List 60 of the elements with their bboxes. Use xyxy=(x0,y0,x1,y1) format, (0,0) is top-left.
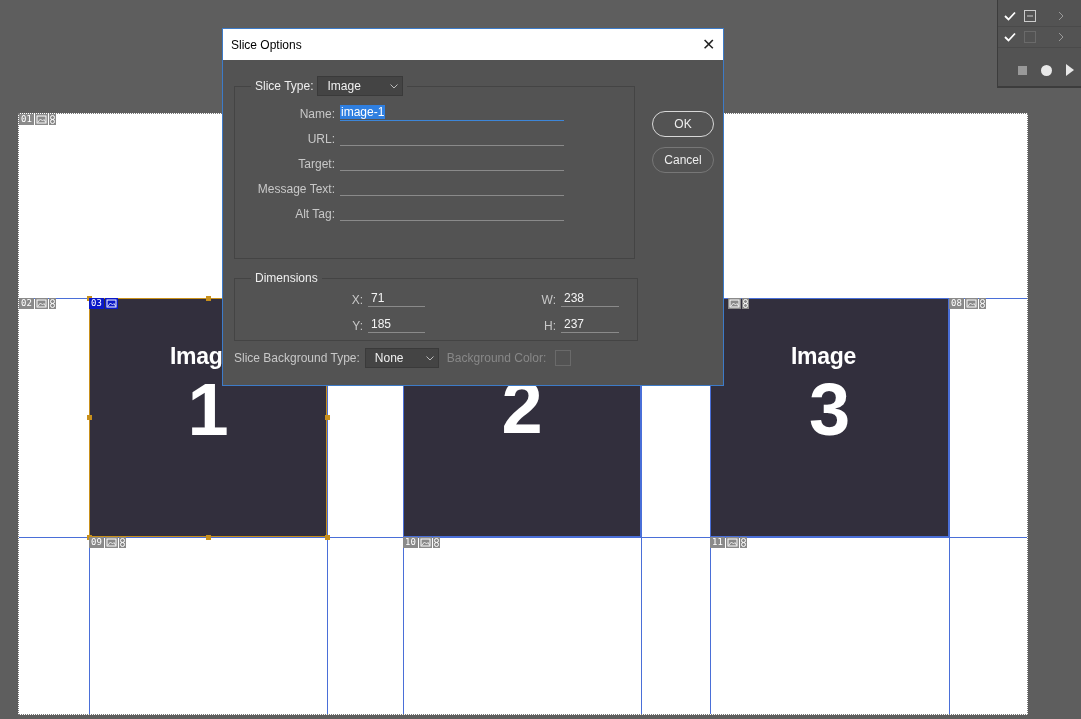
slice-number: 11 xyxy=(710,537,725,548)
slice-number: 02 xyxy=(19,298,34,309)
check-icon[interactable] xyxy=(1004,11,1016,21)
field-label: Y: xyxy=(351,319,363,333)
group-legend: Dimensions xyxy=(255,271,318,285)
slice-number: 08 xyxy=(949,298,964,309)
number-field[interactable]: 71 xyxy=(368,289,425,307)
field-label: W: xyxy=(540,293,556,307)
number-field[interactable]: 238 xyxy=(561,289,619,307)
field-label: Message Text: xyxy=(256,182,335,196)
background-type-label: Slice Background Type: xyxy=(234,351,360,365)
link-icon xyxy=(742,298,749,309)
image-number: 3 xyxy=(808,373,851,447)
image-title: Image xyxy=(790,342,856,371)
field-label: URL: xyxy=(306,132,335,146)
field-label: Alt Tag: xyxy=(294,207,335,221)
resize-handle[interactable] xyxy=(206,535,211,540)
link-icon xyxy=(432,537,440,548)
caret-icon xyxy=(390,83,399,89)
slice-number: 03 xyxy=(89,298,104,309)
record-icon[interactable] xyxy=(1041,64,1052,76)
play-icon[interactable] xyxy=(1066,64,1074,76)
caret-icon xyxy=(425,355,434,361)
slice-number: 10 xyxy=(403,537,418,548)
slice-number: 09 xyxy=(89,537,104,548)
image-icon xyxy=(34,298,48,309)
ok-button[interactable]: OK xyxy=(652,111,714,137)
field-label: X: xyxy=(350,293,363,307)
image-icon xyxy=(725,537,739,548)
chevron-icon[interactable] xyxy=(1058,32,1064,42)
field-label: Target: xyxy=(297,157,335,171)
image-title: Imag xyxy=(169,342,223,371)
image-icon xyxy=(418,537,432,548)
link-icon xyxy=(978,298,986,309)
field-label: H: xyxy=(543,319,556,333)
chevron-icon[interactable] xyxy=(1058,11,1064,21)
image-icon xyxy=(964,298,978,309)
stop-icon[interactable] xyxy=(1018,65,1027,75)
dialog-title: Slice Options xyxy=(231,37,302,52)
number-field[interactable]: 185 xyxy=(368,315,425,333)
image-icon xyxy=(104,298,118,309)
link-icon xyxy=(739,537,747,548)
cancel-button[interactable]: Cancel xyxy=(652,147,714,173)
resize-handle[interactable] xyxy=(325,535,330,540)
image-icon xyxy=(104,537,118,548)
slice-number: 01 xyxy=(19,114,34,125)
resize-handle[interactable] xyxy=(325,415,330,420)
number-field[interactable]: 237 xyxy=(561,315,619,333)
link-icon xyxy=(48,298,56,309)
image-number: 1 xyxy=(187,373,229,447)
slice-type-label: Slice Type: xyxy=(255,79,314,93)
link-icon xyxy=(118,537,126,548)
text-field[interactable]: image-1 xyxy=(340,103,564,121)
resize-handle[interactable] xyxy=(206,296,211,301)
field-label: Name: xyxy=(298,107,335,121)
resize-handle[interactable] xyxy=(87,415,92,420)
close-button[interactable]: ✕ xyxy=(693,29,723,60)
folder-icon xyxy=(1024,10,1036,22)
slice-type-select[interactable]: Image xyxy=(317,76,404,96)
check-icon[interactable] xyxy=(1004,32,1016,42)
